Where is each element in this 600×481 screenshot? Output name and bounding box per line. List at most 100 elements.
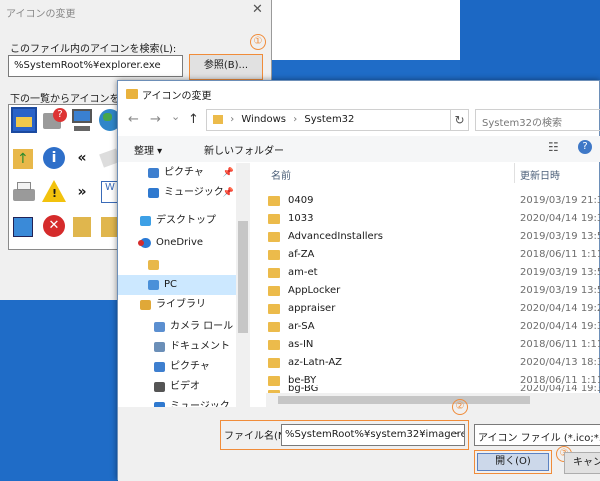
warning-icon[interactable]: ! <box>41 179 67 205</box>
nav-item-user[interactable] <box>118 255 236 275</box>
back-arrow-icon[interactable]: ← <box>128 112 139 127</box>
background-window <box>270 0 460 60</box>
rewind-icon[interactable]: « <box>69 145 95 171</box>
nav-item-pictures[interactable]: ピクチャ 📌 <box>118 163 236 183</box>
navigation-pane[interactable]: ピクチャ 📌 ミュージック 📌 デスクトップ OneDrive PC ライブラリ <box>118 163 250 407</box>
printer-icon[interactable] <box>11 179 37 205</box>
help-icon[interactable]: ? <box>578 140 592 154</box>
music-icon <box>148 188 159 198</box>
edit-icon[interactable] <box>11 213 37 239</box>
file-row[interactable]: appraiser2020/04/14 19:28 <box>266 299 600 319</box>
folder-icon <box>268 232 280 242</box>
horizontal-scrollbar-thumb[interactable] <box>278 396 530 404</box>
step-badge-2: ② <box>452 399 468 415</box>
file-row[interactable]: AppLocker2019/03/19 13:52 <box>266 281 600 301</box>
folder-window-icon[interactable] <box>11 107 37 133</box>
pictures-icon <box>154 362 165 372</box>
folder-icon <box>268 340 280 350</box>
breadcrumb-separator: › <box>293 114 298 125</box>
file-row[interactable]: am-et2019/03/19 13:52 <box>266 263 600 283</box>
videos-icon <box>154 382 165 392</box>
error-badge-icon <box>138 240 144 246</box>
cancel-button[interactable]: キャンセル <box>564 452 600 474</box>
folder-arrow-icon[interactable]: ↑ <box>11 145 37 171</box>
chevron-down-icon[interactable]: ⌄ <box>453 427 461 437</box>
computer-icon[interactable] <box>69 107 95 133</box>
user-folder-icon <box>148 260 159 270</box>
folder-icon <box>268 250 280 260</box>
dialog-title: アイコンの変更 <box>6 9 76 20</box>
close-button[interactable]: ✕ <box>252 2 263 17</box>
desktop-icon <box>140 216 151 226</box>
view-options-icon[interactable]: ☷ <box>548 140 559 154</box>
libraries-icon <box>140 300 151 310</box>
error-icon[interactable]: ✕ <box>41 213 67 239</box>
documents-icon <box>154 342 165 352</box>
file-row[interactable]: az-Latn-AZ2020/04/13 18:38 <box>266 353 600 373</box>
nav-item-documents[interactable]: ドキュメント <box>118 337 236 357</box>
nav-item-desktop[interactable]: デスクトップ <box>118 211 236 231</box>
nav-item-videos[interactable]: ビデオ <box>118 377 236 397</box>
organize-button[interactable]: 整理 ▾ <box>134 142 162 157</box>
filename-input[interactable]: %SystemRoot%¥system32¥imagere <box>281 424 465 446</box>
file-row[interactable]: as-IN 2018/06/11 1:11 <box>266 335 600 355</box>
nav-item-music-lib[interactable]: ミュージック <box>118 397 236 407</box>
file-row[interactable]: 04092019/03/19 21:31 <box>266 191 600 211</box>
up-arrow-icon[interactable]: ↑ <box>188 112 199 127</box>
folder-icon <box>268 304 280 314</box>
column-divider[interactable] <box>514 163 515 183</box>
icon-list[interactable]: ? ↑ i « ! » W ✕ <box>8 104 120 250</box>
open-button-label: 開く(O) <box>477 453 549 471</box>
folder-icon <box>268 286 280 296</box>
folder-icon <box>268 358 280 368</box>
open-button[interactable]: 開く(O) <box>474 450 552 474</box>
nav-item-onedrive[interactable]: OneDrive <box>118 233 236 253</box>
dialog-title: アイコンの変更 <box>142 91 212 102</box>
desktop-background <box>460 0 600 80</box>
column-header-name[interactable]: 名前 <box>271 167 291 182</box>
new-folder-button[interactable]: 新しいフォルダー <box>204 142 284 157</box>
address-bar[interactable]: › Windows › System32 <box>206 109 451 131</box>
file-row[interactable]: 10332020/04/14 19:32 <box>266 209 600 229</box>
file-row[interactable]: af-ZA 2018/06/11 1:11 <box>266 245 600 265</box>
pictures-icon <box>148 168 159 178</box>
fast-forward-icon[interactable]: » <box>69 179 95 205</box>
file-row[interactable]: ar-SA2020/04/14 19:33 <box>266 317 600 337</box>
nav-item-libraries[interactable]: ライブラリ <box>118 295 236 315</box>
dialog-folder-icon <box>126 89 138 99</box>
info-icon[interactable]: i <box>41 145 67 171</box>
folder-icon <box>268 196 280 206</box>
forward-arrow-icon[interactable]: → <box>150 112 161 127</box>
help-folder-icon[interactable]: ? <box>41 107 67 133</box>
file-type-select[interactable]: アイコン ファイル (*.ico;*.icl;*.exe <box>474 424 600 446</box>
breadcrumb-separator: › <box>230 114 235 125</box>
folder-icon <box>268 214 280 224</box>
step-badge-1: ① <box>250 34 266 50</box>
refresh-icon[interactable]: ↻ <box>451 109 469 131</box>
nav-scrollbar-thumb[interactable] <box>238 221 248 333</box>
nav-item-pc[interactable]: PC <box>118 275 236 295</box>
folder-icon <box>213 114 223 124</box>
folder-icon[interactable] <box>69 213 95 239</box>
recent-locations-icon[interactable]: ⌄ <box>171 110 180 123</box>
nav-item-music[interactable]: ミュージック 📌 <box>118 183 236 203</box>
folder-icon <box>268 268 280 278</box>
camera-roll-icon <box>154 322 165 332</box>
nav-item-camera-roll[interactable]: カメラ ロール <box>118 317 236 337</box>
breadcrumb-system32[interactable]: System32 <box>304 114 354 125</box>
browse-button[interactable]: 参照(B)... <box>189 54 263 80</box>
breadcrumb-windows[interactable]: Windows <box>241 114 286 125</box>
pin-icon: 📌 <box>222 188 234 198</box>
folder-icon <box>268 322 280 332</box>
file-row[interactable]: bg-BG2020/04/14 19:33 <box>266 385 600 393</box>
search-input[interactable]: System32の検索 <box>475 109 600 131</box>
pin-icon: 📌 <box>222 168 234 178</box>
icon-file-path-input[interactable]: %SystemRoot%¥explorer.exe <box>8 55 183 77</box>
pc-icon <box>148 280 159 290</box>
search-label: このファイル内のアイコンを検索(L): <box>10 44 177 55</box>
open-file-dialog: アイコンの変更 ← → ⌄ ↑ › Windows › System32 ↻ S… <box>117 80 600 481</box>
column-header-date[interactable]: 更新日時 <box>520 167 560 182</box>
file-row[interactable]: AdvancedInstallers2019/03/19 13:53 <box>266 227 600 247</box>
command-bar <box>118 136 600 162</box>
nav-item-pictures-lib[interactable]: ピクチャ <box>118 357 236 377</box>
